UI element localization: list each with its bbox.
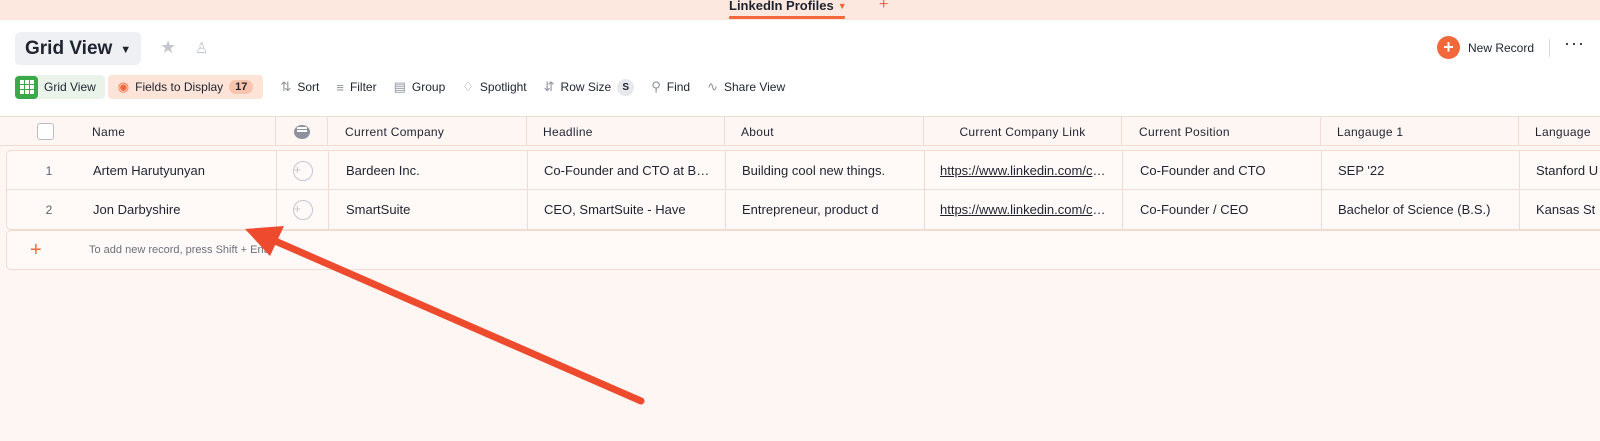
column-header-comments[interactable] — [276, 117, 328, 146]
add-record-row[interactable]: + To add new record, press Shift + Ente — [6, 230, 1600, 270]
divider — [1549, 39, 1550, 57]
cell-language-2[interactable]: Stanford U — [1520, 151, 1600, 190]
share-view-button[interactable]: ∿ Share View — [707, 79, 785, 95]
column-header-current-company[interactable]: Current Company — [328, 117, 527, 146]
table-row[interactable]: 1 Artem Harutyunyan + Bardeen Inc. Co-Fo… — [6, 150, 1600, 190]
column-header-about[interactable]: About — [725, 117, 924, 146]
collaborators-icon[interactable]: ♙ — [195, 39, 208, 57]
active-tab-underline — [729, 16, 845, 19]
view-title: Grid View — [25, 37, 113, 59]
filter-icon: ≡ — [336, 79, 344, 95]
sort-button[interactable]: ⇅ Sort — [280, 79, 319, 95]
filter-label: Filter — [349, 80, 377, 94]
filter-button[interactable]: ≡ Filter — [336, 80, 376, 95]
cell-language-1[interactable]: SEP '22 — [1322, 151, 1520, 190]
select-all-cell — [0, 117, 90, 146]
add-comment-icon[interactable]: + — [292, 199, 313, 220]
cell-about[interactable]: Building cool new things. — [726, 151, 925, 190]
grid-icon — [15, 75, 38, 99]
cell-language-2[interactable]: Kansas St — [1520, 190, 1600, 229]
eye-icon: ◉ — [117, 79, 130, 94]
cell-current-position[interactable]: Co-Founder and CTO — [1123, 151, 1322, 190]
row-number: 1 — [45, 163, 53, 178]
cell-current-company[interactable]: SmartSuite — [329, 190, 528, 229]
column-header-current-position[interactable]: Current Position — [1122, 117, 1321, 146]
column-header-name[interactable]: Name — [90, 117, 276, 146]
fields-to-display-button[interactable]: ◉ Fields to Display 17 — [107, 75, 264, 99]
share-icon: ∿ — [707, 79, 718, 94]
row-size-icon: ⇵ — [543, 79, 555, 94]
view-header-panel: Grid View ▼ ★ ♙ + New Record ··· Grid Vi… — [0, 20, 1600, 116]
new-record-label: New Record — [1468, 40, 1535, 55]
column-header-language-1[interactable]: Langauge 1 — [1321, 117, 1519, 146]
sort-icon: ⇅ — [280, 79, 292, 94]
add-record-hint: To add new record, press Shift + Ente — [89, 244, 273, 256]
toolbar: Grid View ◉ Fields to Display 17 ⇅ Sort … — [15, 75, 785, 99]
comment-icon — [293, 124, 310, 139]
cell-comments[interactable]: + — [277, 151, 329, 190]
cell-comments[interactable]: + — [277, 190, 329, 229]
add-tab-button[interactable]: + — [879, 0, 888, 14]
cell-headline[interactable]: Co-Founder and CTO at Bardeen — [528, 151, 726, 190]
tab-label: LinkedIn Profiles — [729, 0, 834, 13]
select-all-checkbox[interactable] — [36, 123, 54, 140]
row-size-button[interactable]: ⇵ Row Size S — [543, 78, 635, 96]
cell-headline[interactable]: CEO, SmartSuite - Have — [528, 190, 726, 229]
cell-current-company-link[interactable]: https://www.linkedin.com/company/smartsu… — [925, 190, 1123, 229]
fields-label: Fields to Display — [135, 80, 224, 94]
column-header-current-company-link[interactable]: Current Company Link — [924, 117, 1122, 146]
column-header-headline[interactable]: Headline — [527, 117, 725, 146]
grid-view-button[interactable]: Grid View — [15, 75, 105, 99]
cell-current-company[interactable]: Bardeen Inc. — [329, 151, 528, 190]
fields-count-badge: 17 — [229, 80, 254, 94]
new-record-button[interactable]: + New Record — [1437, 36, 1534, 59]
view-switcher-button[interactable]: Grid View ▼ — [15, 32, 142, 65]
plus-icon[interactable]: + — [30, 239, 42, 262]
row-size-badge: S — [617, 78, 635, 96]
find-label: Find — [666, 80, 691, 94]
find-button[interactable]: ⚲ Find — [651, 79, 690, 95]
caret-down-icon[interactable]: ▼ — [838, 1, 847, 12]
grid-view-label: Grid View — [44, 80, 96, 94]
cell-about[interactable]: Entrepreneur, product d — [726, 190, 925, 229]
group-label: Group — [411, 80, 446, 94]
more-options-icon[interactable]: ··· — [1564, 33, 1585, 54]
cell-language-1[interactable]: Bachelor of Science (B.S.) — [1322, 190, 1520, 229]
spotlight-icon: ♢ — [462, 79, 474, 94]
row-size-label: Row Size — [560, 80, 612, 94]
table-row[interactable]: 2 Jon Darbyshire + SmartSuite CEO, Smart… — [6, 190, 1600, 230]
star-icon[interactable]: ★ — [160, 37, 176, 58]
group-button[interactable]: ▤ Group — [394, 79, 446, 95]
spotlight-label: Spotlight — [479, 80, 527, 94]
row-number: 2 — [45, 202, 53, 217]
plus-icon: + — [1437, 36, 1460, 59]
cell-current-company-link[interactable]: https://www.linkedin.com/company/bardeen — [925, 151, 1123, 190]
records-grid: Name Current Company Headline About Curr… — [0, 116, 1600, 441]
group-icon: ▤ — [393, 79, 406, 94]
cell-current-position[interactable]: Co-Founder / CEO — [1123, 190, 1322, 229]
column-header-row: Name Current Company Headline About Curr… — [0, 116, 1600, 146]
cell-name[interactable]: Jon Darbyshire — [91, 190, 277, 229]
add-comment-icon[interactable]: + — [292, 160, 313, 181]
sort-label: Sort — [297, 80, 320, 94]
search-icon: ⚲ — [651, 79, 661, 94]
chevron-down-icon: ▼ — [120, 44, 132, 56]
column-header-language-2[interactable]: Language — [1519, 117, 1600, 146]
spotlight-button[interactable]: ♢ Spotlight — [462, 79, 526, 95]
cell-name[interactable]: Artem Harutyunyan — [91, 151, 277, 190]
share-label: Share View — [724, 80, 786, 94]
